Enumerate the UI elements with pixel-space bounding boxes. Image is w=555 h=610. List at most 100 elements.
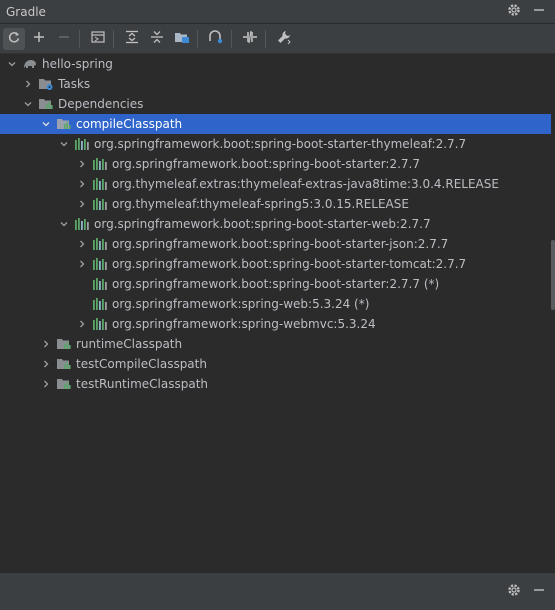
chevron-right-icon[interactable] <box>40 358 52 370</box>
chevron-right-icon[interactable] <box>76 198 88 210</box>
tree-node-runtime-classpath[interactable]: runtimeClasspath <box>0 334 555 354</box>
collapse-all-button[interactable] <box>146 28 168 50</box>
chevron-down-icon[interactable] <box>58 138 70 150</box>
tree-label-dependency: org.thymeleaf.extras:thymeleaf-extras-ja… <box>112 177 499 191</box>
tree-label-runtime-classpath: runtimeClasspath <box>76 337 183 351</box>
tree-node-compile-classpath[interactable]: compileClasspath <box>0 114 551 134</box>
tree-label-tasks: Tasks <box>58 77 91 91</box>
gear-icon[interactable] <box>507 3 521 20</box>
panel-header: Gradle <box>0 0 555 24</box>
tree-node-dependency[interactable]: org.springframework.boot:spring-boot-sta… <box>0 154 555 174</box>
chevron-down-icon[interactable] <box>6 58 18 70</box>
library-icon <box>92 317 108 331</box>
tree-node-dependencies[interactable]: Dependencies <box>0 94 555 114</box>
add-icon <box>33 31 45 46</box>
group-modules-icon <box>174 30 190 47</box>
expand-all-icon <box>125 30 139 47</box>
tree-label-dependency: org.springframework:spring-web:5.3.24 (*… <box>112 297 370 311</box>
chevron-right-icon[interactable] <box>22 78 34 90</box>
tree-label-dependency: org.springframework.boot:spring-boot-sta… <box>112 157 420 171</box>
tree-label-dependency: org.springframework.boot:spring-boot-sta… <box>112 277 440 291</box>
toggle-offline-icon <box>242 30 258 47</box>
chevron-down-icon[interactable] <box>40 118 52 130</box>
toolbar-separator <box>231 29 232 48</box>
tree-label-dependencies: Dependencies <box>58 97 144 111</box>
gradle-elephant-icon <box>22 57 38 71</box>
library-icon <box>92 277 108 291</box>
refresh-button[interactable] <box>3 27 25 50</box>
chevron-right-icon[interactable] <box>76 158 88 170</box>
settings-wrench-icon <box>276 29 292 48</box>
tree-node-dependency[interactable]: org.springframework.boot:spring-boot-sta… <box>0 234 555 254</box>
minimize-icon[interactable] <box>533 584 545 599</box>
toggle-offline-button[interactable] <box>239 28 261 50</box>
toolbar-separator <box>113 29 114 48</box>
vertical-scrollbar[interactable] <box>551 240 555 310</box>
run-task-icon <box>91 31 105 46</box>
gradle-tree: hello-spring Tasks Dependencies compileC… <box>0 54 555 572</box>
settings-button[interactable] <box>273 28 295 50</box>
group-modules-button[interactable] <box>171 28 193 50</box>
toolbar-separator <box>79 29 80 48</box>
tree-node-dependency[interactable]: org.springframework.boot:spring-boot-sta… <box>0 214 555 234</box>
chevron-right-icon[interactable] <box>76 178 88 190</box>
configuration-folder-icon <box>56 377 72 391</box>
remove-icon <box>58 31 70 46</box>
tree-node-dependency[interactable]: org.springframework.boot:spring-boot-sta… <box>0 134 555 154</box>
chevron-right-icon[interactable] <box>40 338 52 350</box>
dependencies-folder-icon <box>38 97 54 111</box>
add-button[interactable] <box>28 28 50 50</box>
tree-node-dependency[interactable]: org.springframework.boot:spring-boot-sta… <box>0 274 555 294</box>
expand-all-button[interactable] <box>121 28 143 50</box>
chevron-right-icon[interactable] <box>76 318 88 330</box>
tree-label-test-runtime-classpath: testRuntimeClasspath <box>76 377 209 391</box>
tree-node-test-runtime-classpath[interactable]: testRuntimeClasspath <box>0 374 555 394</box>
tree-label-compile-classpath: compileClasspath <box>76 117 183 131</box>
dependencies-analyzer-button[interactable] <box>205 28 227 50</box>
tree-node-dependency[interactable]: org.springframework.boot:spring-boot-sta… <box>0 254 555 274</box>
collapse-all-icon <box>150 30 164 47</box>
tree-node-dependency[interactable]: org.springframework:spring-web:5.3.24 (*… <box>0 294 555 314</box>
tasks-folder-icon <box>38 77 54 91</box>
refresh-icon <box>7 30 21 47</box>
toolbar-separator <box>265 29 266 48</box>
tree-label-dependency: org.thymeleaf:thymeleaf-spring5:3.0.15.R… <box>112 197 409 211</box>
tree-node-dependency[interactable]: org.springframework:spring-webmvc:5.3.24 <box>0 314 555 334</box>
remove-button[interactable] <box>53 28 75 50</box>
run-task-button[interactable] <box>87 28 109 50</box>
tree-node-dependency[interactable]: org.thymeleaf.extras:thymeleaf-extras-ja… <box>0 174 555 194</box>
gear-icon[interactable] <box>507 583 521 600</box>
tree-node-test-compile-classpath[interactable]: testCompileClasspath <box>0 354 555 374</box>
library-icon <box>92 197 108 211</box>
panel-title: Gradle <box>6 4 46 19</box>
panel-footer <box>0 572 555 610</box>
configuration-folder-icon <box>56 357 72 371</box>
library-icon <box>92 177 108 191</box>
library-icon <box>92 237 108 251</box>
tree-label-dependency: org.springframework.boot:spring-boot-sta… <box>94 217 431 231</box>
gradle-toolbar <box>0 24 555 54</box>
tree-node-dependency[interactable]: org.thymeleaf:thymeleaf-spring5:3.0.15.R… <box>0 194 555 214</box>
library-icon <box>74 137 90 151</box>
tree-label-dependency: org.springframework.boot:spring-boot-sta… <box>112 257 467 271</box>
tree-label-dependency: org.springframework.boot:spring-boot-sta… <box>94 137 467 151</box>
chevron-down-icon[interactable] <box>22 98 34 110</box>
chevron-down-icon[interactable] <box>58 218 70 230</box>
tree-node-root[interactable]: hello-spring <box>0 54 555 74</box>
chevron-right-icon[interactable] <box>76 258 88 270</box>
toolbar-separator <box>197 29 198 48</box>
minimize-icon[interactable] <box>533 4 545 19</box>
tree-label-root: hello-spring <box>42 57 113 71</box>
library-icon <box>92 157 108 171</box>
dependencies-analyzer-icon <box>208 30 224 47</box>
tree-node-tasks[interactable]: Tasks <box>0 74 555 94</box>
configuration-folder-icon <box>56 117 72 131</box>
chevron-right-icon[interactable] <box>76 238 88 250</box>
library-icon <box>92 257 108 271</box>
library-icon <box>74 217 90 231</box>
chevron-right-icon[interactable] <box>40 378 52 390</box>
tree-label-dependency: org.springframework.boot:spring-boot-sta… <box>112 237 449 251</box>
library-icon <box>92 297 108 311</box>
tree-label-test-compile-classpath: testCompileClasspath <box>76 357 207 371</box>
configuration-folder-icon <box>56 337 72 351</box>
